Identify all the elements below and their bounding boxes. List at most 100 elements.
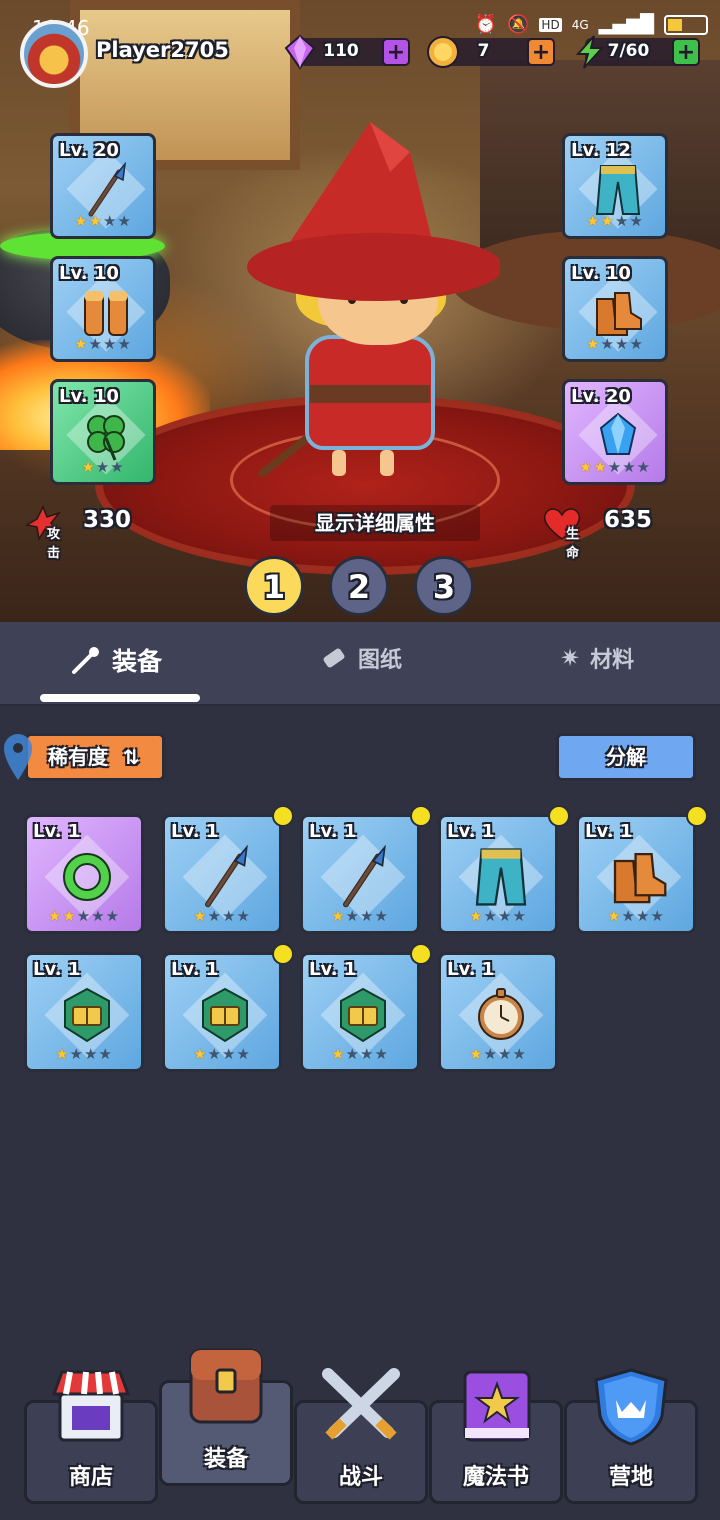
inventory-item-spear[interactable]: Lv. 1 ★★★★	[300, 814, 420, 934]
item-star: ★	[207, 907, 222, 925]
item-star: ★	[345, 907, 360, 925]
crossed-swords-icon	[316, 1366, 406, 1446]
inventory-item-ring[interactable]: Lv. 1 ★★★★★	[24, 814, 144, 934]
new-item-indicator	[272, 943, 294, 965]
tab-blueprints[interactable]: 图纸	[320, 642, 402, 674]
equipped-slot-clover[interactable]: Lv. 10 ★★★	[50, 379, 156, 485]
item-level: Lv. 1	[33, 821, 81, 842]
equipped-slot-spear[interactable]: Lv. 20 ★★★★	[50, 133, 156, 239]
gloves-icon	[81, 285, 131, 341]
item-star: ★	[193, 1045, 208, 1063]
item-star: ★	[222, 907, 237, 925]
player-avatar[interactable]	[20, 20, 88, 88]
inventory-item-book-emblem[interactable]: Lv. 1 ★★★★	[162, 952, 282, 1072]
scroll-icon	[323, 648, 345, 668]
equipped-slot-boots[interactable]: Lv. 10 ★★★★	[562, 256, 668, 362]
equipped-slot-gloves[interactable]: Lv. 10 ★★★★	[50, 256, 156, 362]
inventory-item-spear[interactable]: Lv. 1 ★★★★	[162, 814, 282, 934]
loadout-page-3[interactable]: 3	[414, 556, 474, 616]
inventory-item-book-emblem[interactable]: Lv. 1 ★★★★	[24, 952, 144, 1072]
item-star: ★	[110, 458, 125, 476]
item-level: Lv. 1	[309, 821, 357, 842]
item-star: ★	[91, 907, 106, 925]
item-level: Lv. 1	[585, 821, 633, 842]
item-star: ★	[607, 907, 622, 925]
item-star: ★	[615, 335, 630, 353]
item-star: ★	[374, 907, 389, 925]
item-star: ★	[117, 212, 132, 230]
inventory-item-boots[interactable]: Lv. 1 ★★★★	[576, 814, 696, 934]
item-level: Lv. 20	[571, 386, 631, 407]
nav-label: 商店	[68, 1465, 113, 1490]
item-star: ★	[512, 907, 527, 925]
inventory-item-pants[interactable]: Lv. 1 ★★★★	[438, 814, 558, 934]
mute-icon: 🔕	[507, 14, 530, 35]
item-star: ★	[629, 212, 644, 230]
item-star: ★	[98, 1045, 113, 1063]
tab-materials[interactable]: ✷ 材料	[560, 642, 634, 674]
pants-icon	[593, 162, 643, 218]
wizard-hat	[247, 122, 500, 301]
show-detailed-attributes-button[interactable]: 显示详细属性	[270, 505, 480, 541]
item-level: Lv. 1	[447, 959, 495, 980]
tab-equipment[interactable]: 装备	[70, 642, 162, 678]
item-stars: ★★★★★	[565, 458, 665, 476]
item-star: ★	[81, 458, 96, 476]
item-star: ★	[105, 907, 121, 925]
ring-icon	[57, 845, 117, 909]
equipped-slot-crystal[interactable]: Lv. 20 ★★★★★	[562, 379, 668, 485]
item-star: ★	[586, 212, 601, 230]
item-star: ★	[374, 1045, 389, 1063]
item-star: ★	[193, 907, 208, 925]
nav-label: 装备	[203, 1447, 248, 1472]
character-legs	[332, 450, 394, 476]
item-stars: ★★★★	[53, 212, 153, 230]
item-star: ★	[207, 1045, 222, 1063]
add-energy-button[interactable]: +	[672, 38, 700, 66]
player-name: Player2705	[96, 38, 229, 62]
item-star: ★	[74, 335, 89, 353]
pants-icon	[471, 845, 531, 909]
item-stars: ★★★★	[441, 907, 555, 925]
item-stars: ★★★★	[579, 907, 693, 925]
sort-arrows-icon: ⇅	[122, 745, 140, 769]
item-star: ★	[103, 335, 118, 353]
item-level: Lv. 10	[59, 386, 119, 407]
wand-icon	[72, 647, 99, 674]
item-stars: ★★★★	[441, 1045, 555, 1063]
item-star: ★	[331, 907, 346, 925]
equipped-slot-pants[interactable]: Lv. 12 ★★★★	[562, 133, 668, 239]
status-icons: ⏰ 🔕 HD 4G ▂▄▆█	[475, 14, 708, 35]
sparkle-icon: ✷	[560, 644, 581, 672]
add-gems-button[interactable]: +	[382, 38, 410, 66]
item-star: ★	[629, 335, 644, 353]
add-coins-button[interactable]: +	[527, 38, 555, 66]
shield-crown-icon	[586, 1366, 676, 1446]
item-level: Lv. 1	[171, 959, 219, 980]
inventory-item-book-emblem[interactable]: Lv. 1 ★★★★	[300, 952, 420, 1072]
loadout-page-1[interactable]: 1	[244, 556, 304, 616]
item-star: ★	[88, 335, 103, 353]
tab-blueprints-label: 图纸	[358, 648, 403, 673]
item-star: ★	[103, 212, 118, 230]
item-stars: ★★★★	[165, 907, 279, 925]
loadout-page-2[interactable]: 2	[329, 556, 389, 616]
new-item-indicator	[548, 805, 570, 827]
boots-icon	[593, 285, 643, 341]
item-level: Lv. 1	[447, 821, 495, 842]
inventory-item-pocket-watch[interactable]: Lv. 1 ★★★★	[438, 952, 558, 1072]
inventory-tabs: 装备 图纸 ✷ 材料	[0, 622, 720, 706]
new-item-indicator	[410, 805, 432, 827]
rarity-sort-button[interactable]: 稀有度 ⇅	[25, 733, 165, 781]
item-star: ★	[483, 1045, 498, 1063]
item-stars: ★★★★	[165, 1045, 279, 1063]
dismantle-button[interactable]: 分解	[556, 733, 696, 781]
item-star: ★	[76, 907, 92, 925]
location-pin-icon	[4, 734, 32, 780]
new-item-indicator	[272, 805, 294, 827]
item-star: ★	[600, 212, 615, 230]
item-stars: ★★★★	[565, 335, 665, 353]
active-tab-underline	[40, 694, 200, 702]
character-belt	[310, 385, 430, 403]
hp-value: 635	[604, 507, 653, 533]
